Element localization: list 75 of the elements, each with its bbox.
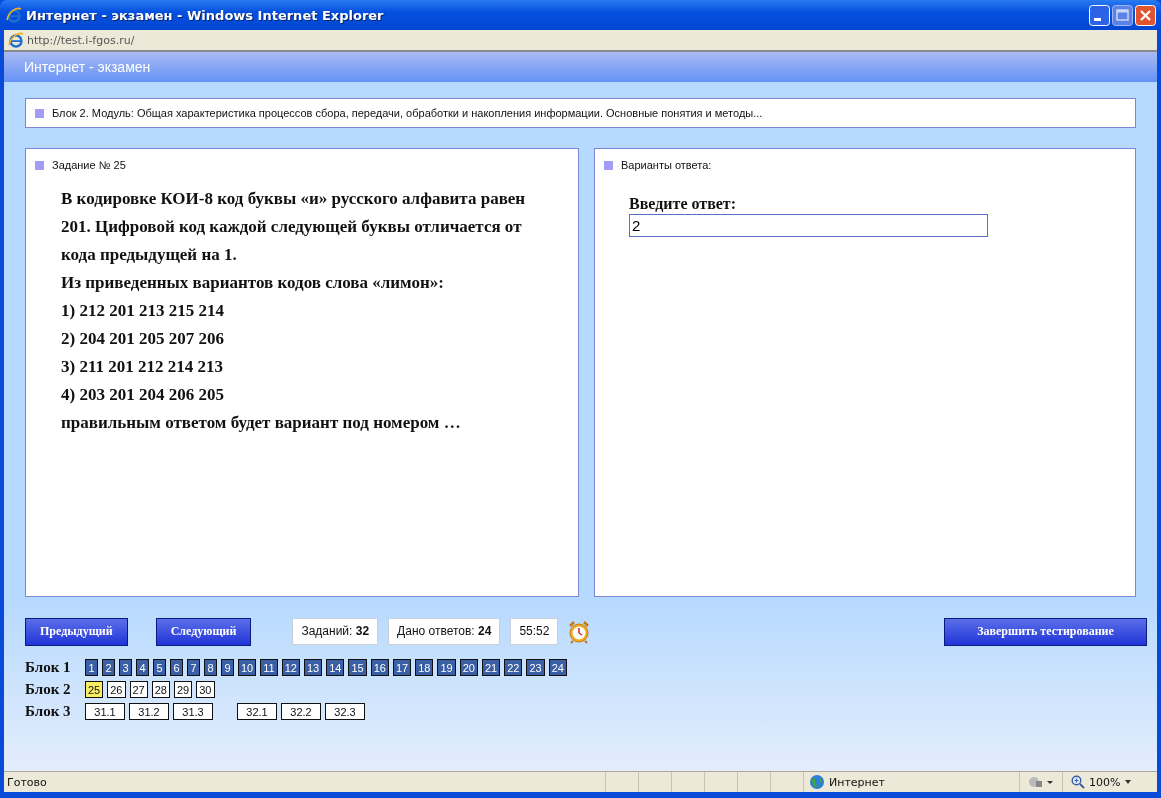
task-heading: Задание № 25 xyxy=(52,159,126,171)
question-text: 4) 203 201 204 206 205 xyxy=(61,384,225,406)
close-icon[interactable] xyxy=(1135,4,1156,26)
question-text: 3) 211 201 212 214 213 xyxy=(61,356,224,378)
maximize-icon[interactable] xyxy=(1112,4,1133,26)
question-number[interactable]: 32.3 xyxy=(325,703,365,720)
globe-icon xyxy=(809,774,825,790)
question-number[interactable]: 26 xyxy=(107,681,126,698)
bullet-square xyxy=(35,108,44,118)
answer-heading: Варианты ответа: xyxy=(621,159,712,171)
block-caption: Блок 2. Модуль: Общая характеристика процессов сбора, передачи, обработки и накопления информации. Основные понятия и методы... xyxy=(52,107,763,119)
question-number[interactable]: 13 xyxy=(303,659,323,676)
zoom-icon[interactable] xyxy=(1071,775,1085,789)
zoom-level[interactable]: 100% xyxy=(1089,775,1121,789)
question-number[interactable]: 25 xyxy=(85,681,104,698)
question-number[interactable]: 7 xyxy=(187,659,200,676)
answer-prompt: Введите ответ: xyxy=(629,195,738,213)
question-number[interactable]: 30 xyxy=(196,681,215,698)
counter-box: Дано ответов: 24 xyxy=(388,618,501,645)
question-text: В кодировке КОИ-8 код буквы «и» русского алфавита равен 201. Цифровой код каждой следующей буквы отличается от кода предыдущей на 1. xyxy=(61,188,527,266)
question-text: правильным ответом будет вариант под номером … xyxy=(61,412,462,434)
question-number[interactable]: 17 xyxy=(392,659,412,676)
next-button[interactable]: Следующий xyxy=(155,617,252,646)
question-number[interactable]: 8 xyxy=(204,659,217,676)
question-number[interactable]: 20 xyxy=(459,659,478,676)
page-icon xyxy=(8,32,24,48)
question-number[interactable]: 22 xyxy=(504,659,523,676)
previous-button[interactable]: Предыдущий xyxy=(25,617,128,646)
question-number[interactable]: 32.2 xyxy=(281,703,321,720)
question-number[interactable]: 1 xyxy=(85,659,98,676)
block-label: Блок 3 xyxy=(25,703,72,720)
bullet-square xyxy=(604,160,613,170)
question-number[interactable]: 15 xyxy=(348,659,367,676)
question-number[interactable]: 32.1 xyxy=(237,703,277,720)
question-number[interactable]: 18 xyxy=(415,659,434,676)
question-number[interactable]: 9 xyxy=(221,659,234,676)
question-number[interactable]: 3 xyxy=(119,659,132,676)
question-number[interactable]: 4 xyxy=(136,659,149,676)
question-number[interactable]: 2 xyxy=(102,659,115,676)
question-number[interactable]: 24 xyxy=(548,659,567,676)
minimize-icon[interactable] xyxy=(1089,4,1110,26)
block-label: Блок 2 xyxy=(25,681,72,698)
block-label: Блок 1 xyxy=(25,659,72,676)
question-number[interactable]: 23 xyxy=(526,659,545,676)
question-number[interactable]: 10 xyxy=(238,659,257,676)
question-number[interactable]: 11 xyxy=(260,659,278,676)
alarm-clock-icon xyxy=(568,619,591,644)
question-number[interactable]: 31.3 xyxy=(173,703,213,720)
question-number[interactable]: 27 xyxy=(129,681,148,698)
security-zone: Интернет xyxy=(829,775,885,789)
question-number[interactable]: 5 xyxy=(153,659,166,676)
question-number[interactable]: 16 xyxy=(370,659,389,676)
bullet-square xyxy=(35,160,44,170)
timer-box: 55:52 xyxy=(510,618,559,645)
finish-button[interactable]: Завершить тестирование xyxy=(944,617,1147,646)
caret-icon[interactable] xyxy=(1124,779,1133,785)
page-header: Интернет - экзамен xyxy=(4,52,1157,82)
answer-field[interactable]: 2 xyxy=(629,214,988,237)
browser-logo-icon xyxy=(6,7,22,23)
question-number[interactable]: 31.1 xyxy=(85,703,125,720)
counter-box: Заданий: 32 xyxy=(292,618,379,645)
question-number[interactable]: 29 xyxy=(174,681,193,698)
question-number[interactable]: 14 xyxy=(326,659,345,676)
question-text: Из приведенных вариантов кодов слова «лимон»: xyxy=(61,272,445,294)
question-text: 1) 212 201 213 215 214 xyxy=(61,300,225,322)
question-number[interactable]: 6 xyxy=(170,659,183,676)
url-text[interactable]: http://test.i-fgos.ru/ xyxy=(27,33,135,47)
question-number[interactable]: 12 xyxy=(281,659,300,676)
question-number[interactable]: 31.2 xyxy=(129,703,169,720)
window-title: Интернет - экзамен - Windows Internet Explorer xyxy=(26,7,384,23)
question-number[interactable]: 19 xyxy=(437,659,456,676)
question-number[interactable]: 28 xyxy=(151,681,170,698)
status-text: Готово xyxy=(7,775,48,789)
question-number[interactable]: 21 xyxy=(481,659,501,676)
question-text: 2) 204 201 205 207 206 xyxy=(61,328,225,350)
